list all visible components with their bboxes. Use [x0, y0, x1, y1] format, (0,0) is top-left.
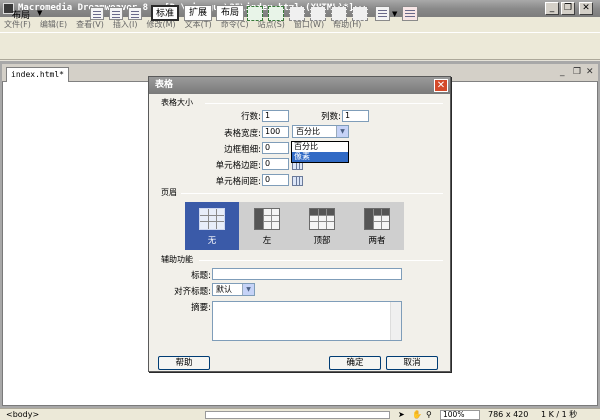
- help-button[interactable]: 帮助: [158, 356, 210, 370]
- download-size: 1 K / 1 秒: [541, 410, 578, 419]
- zoom-icon[interactable]: ⚲: [426, 409, 432, 420]
- cancel-button[interactable]: 取消: [386, 356, 438, 370]
- doc-close-button[interactable]: ✕: [586, 67, 594, 77]
- document-tab[interactable]: index.html*: [6, 67, 69, 82]
- insert-rows-icon[interactable]: [289, 6, 305, 21]
- close-window-button[interactable]: ✕: [579, 2, 593, 15]
- expanded-mode-button[interactable]: 扩展: [184, 5, 212, 21]
- textarea-scrollbar[interactable]: [390, 302, 401, 340]
- insert-above-icon[interactable]: [331, 6, 347, 21]
- doc-minimize-button[interactable]: _: [560, 67, 565, 77]
- tag-chooser-icon[interactable]: [402, 6, 418, 21]
- pointer-icon[interactable]: ➤: [398, 409, 405, 420]
- chevron-down-icon[interactable]: ▼: [392, 10, 397, 18]
- chevron-down-icon[interactable]: ▼: [37, 9, 42, 17]
- summary-label: 摘要:: [191, 303, 211, 313]
- window-size[interactable]: 786 x 420: [488, 409, 528, 420]
- cell-spacing-icon: [292, 176, 303, 186]
- chevron-down-icon[interactable]: ▼: [242, 284, 254, 295]
- caption-field[interactable]: [212, 268, 402, 280]
- table-both-headers-icon: [364, 208, 390, 230]
- header-option-label: 两者: [368, 236, 386, 246]
- ok-button[interactable]: 确定: [329, 356, 381, 370]
- hand-icon[interactable]: ✋: [412, 409, 422, 420]
- table-icon[interactable]: [90, 7, 104, 20]
- header-section-label: 页眉: [161, 188, 177, 197]
- header-option-label: 左: [262, 236, 272, 246]
- layout-cell-icon[interactable]: [268, 6, 284, 21]
- header-option-none[interactable]: 无: [185, 202, 239, 250]
- header-option-both[interactable]: 两者: [350, 202, 404, 250]
- insert-toolbar: [0, 32, 600, 60]
- header-options: 无 左 顶部 两者: [185, 202, 404, 250]
- caption-label: 标题:: [191, 271, 211, 281]
- summary-textarea[interactable]: [212, 301, 402, 341]
- table-width-label: 表格宽度:: [224, 129, 261, 139]
- layer-icon[interactable]: [109, 7, 123, 20]
- frames-icon[interactable]: [375, 6, 390, 21]
- menu-view[interactable]: 查看(V): [76, 19, 104, 30]
- header-option-left[interactable]: 左: [240, 202, 294, 250]
- insert-left-icon[interactable]: [352, 6, 368, 21]
- rows-label: 行数:: [241, 112, 261, 122]
- horizontal-scrollbar[interactable]: [205, 411, 390, 419]
- table-none-icon: [199, 208, 225, 230]
- width-unit-dropdown: 百分比 像素: [291, 141, 349, 163]
- accessibility-section-label: 辅助功能: [161, 255, 193, 264]
- width-unit-select[interactable]: 百分比 ▼: [292, 125, 349, 138]
- border-thickness-field[interactable]: 0: [262, 142, 289, 154]
- layout-table-icon[interactable]: [247, 6, 263, 21]
- table-width-field[interactable]: 100: [262, 126, 289, 138]
- div-icon[interactable]: [128, 7, 142, 20]
- table-top-header-icon: [309, 208, 335, 230]
- insert-category-label[interactable]: 布局: [12, 8, 30, 21]
- standard-mode-button[interactable]: 标准: [151, 5, 179, 21]
- section-divider: [199, 260, 443, 261]
- cell-spacing-label: 单元格间距:: [215, 177, 261, 187]
- align-caption-select[interactable]: 默认 ▼: [212, 283, 255, 296]
- rows-field[interactable]: 1: [262, 110, 289, 122]
- columns-field[interactable]: 1: [342, 110, 369, 122]
- chevron-down-icon[interactable]: ▼: [336, 126, 348, 137]
- border-thickness-label: 边框粗细:: [224, 145, 261, 155]
- cell-padding-label: 单元格边距:: [215, 161, 261, 171]
- zoom-select[interactable]: 100%: [440, 410, 480, 420]
- table-dialog: 表格 ✕ 表格大小 行数: 1 列数: 1 表格宽度: 100 百分比 ▼ 百分…: [148, 76, 451, 372]
- section-divider: [205, 103, 443, 104]
- header-option-label: 顶部: [313, 236, 331, 246]
- cell-padding-field[interactable]: 0: [262, 158, 289, 170]
- align-caption-value: 默认: [216, 285, 232, 294]
- align-caption-label: 对齐标题:: [174, 287, 211, 297]
- dialog-close-button[interactable]: ✕: [434, 79, 448, 92]
- table-size-section-label: 表格大小: [161, 98, 193, 107]
- header-option-top[interactable]: 顶部: [295, 202, 349, 250]
- header-option-label: 无: [207, 236, 217, 246]
- table-left-header-icon: [254, 208, 280, 230]
- layout-mode-button[interactable]: 布局: [216, 5, 244, 21]
- insert-columns-icon[interactable]: [310, 6, 326, 21]
- status-bar: <body> ➤ ✋ ⚲ 100% 786 x 420 1 K / 1 秒: [0, 408, 600, 420]
- menu-edit[interactable]: 编辑(E): [40, 19, 67, 30]
- doc-restore-button[interactable]: ❐: [573, 67, 581, 77]
- minimize-button[interactable]: _: [545, 2, 559, 15]
- width-unit-selected: 百分比: [296, 127, 320, 136]
- dropdown-option-percent[interactable]: 百分比: [292, 142, 348, 152]
- columns-label: 列数:: [321, 112, 341, 122]
- dropdown-option-pixels[interactable]: 像素: [292, 152, 348, 162]
- section-divider: [181, 193, 443, 194]
- tag-selector[interactable]: <body>: [6, 409, 39, 420]
- maximize-button[interactable]: ❐: [561, 2, 575, 15]
- menu-insert[interactable]: 插入(I): [113, 19, 138, 30]
- dialog-title: 表格: [149, 77, 450, 94]
- cell-spacing-field[interactable]: 0: [262, 174, 289, 186]
